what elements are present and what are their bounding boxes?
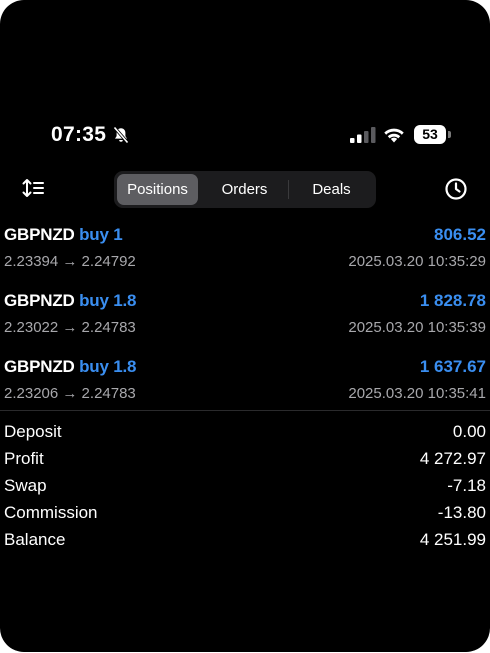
position-row[interactable]: GBPNZD buy 1 806.52 2.23394 → 2.24792 20… <box>4 225 486 285</box>
tab-orders[interactable]: Orders <box>202 174 287 205</box>
summary-label: Swap <box>4 476 47 495</box>
sort-icon[interactable] <box>22 178 44 198</box>
tab-positions[interactable]: Positions <box>117 174 198 205</box>
position-time: 2025.03.20 10:35:41 <box>348 385 486 402</box>
position-profit: 1 828.78 <box>419 291 486 310</box>
summary-row-commission: Commission -13.80 <box>4 503 486 529</box>
position-prices: 2.23394 → 2.24792 <box>4 253 136 270</box>
position-row[interactable]: GBPNZD buy 1.8 1 637.67 2.23206 → 2.2478… <box>4 357 486 417</box>
position-time: 2025.03.20 10:35:39 <box>348 319 486 336</box>
summary-value: 0.00 <box>452 422 486 441</box>
battery-indicator: 53 <box>414 125 451 144</box>
summary-value: -7.18 <box>447 476 486 495</box>
summary-divider <box>0 410 490 411</box>
summary-value: -13.80 <box>437 503 486 522</box>
summary-row-deposit: Deposit 0.00 <box>4 422 486 448</box>
summary-row-balance: Balance 4 251.99 <box>4 530 486 556</box>
position-profit: 1 637.67 <box>419 357 486 376</box>
summary-label: Profit <box>4 449 44 468</box>
battery-tip <box>448 131 451 138</box>
phone-screen: 07:35 53 Positions Orders Deals GBPNZD b… <box>0 0 490 652</box>
battery-level: 53 <box>414 125 446 144</box>
tab-divider <box>288 180 289 199</box>
position-title: GBPNZD buy 1 <box>4 225 123 245</box>
position-title: GBPNZD buy 1.8 <box>4 357 136 377</box>
status-time: 07:35 <box>51 123 107 146</box>
position-title: GBPNZD buy 1.8 <box>4 291 136 311</box>
position-side: buy 1 <box>79 225 123 244</box>
position-prices: 2.23206 → 2.24783 <box>4 385 136 402</box>
summary-row-profit: Profit 4 272.97 <box>4 449 486 475</box>
position-symbol: GBPNZD <box>4 225 75 244</box>
cellular-signal-icon <box>350 127 376 143</box>
summary-value: 4 272.97 <box>419 449 486 468</box>
summary-label: Balance <box>4 530 66 549</box>
history-clock-icon[interactable] <box>444 177 468 201</box>
position-profit: 806.52 <box>434 225 486 244</box>
position-symbol: GBPNZD <box>4 357 75 376</box>
summary-value: 4 251.99 <box>419 530 486 549</box>
position-side: buy 1.8 <box>79 357 137 376</box>
position-symbol: GBPNZD <box>4 291 75 310</box>
tab-deals[interactable]: Deals <box>290 174 373 205</box>
tab-segmented-control: Positions Orders Deals <box>114 171 376 208</box>
position-time: 2025.03.20 10:35:29 <box>348 253 486 270</box>
wifi-icon <box>384 128 404 143</box>
summary-label: Commission <box>4 503 98 522</box>
position-row[interactable]: GBPNZD buy 1.8 1 828.78 2.23022 → 2.2478… <box>4 291 486 351</box>
summary-row-swap: Swap -7.18 <box>4 476 486 502</box>
bell-muted-icon <box>113 126 129 144</box>
summary-label: Deposit <box>4 422 62 441</box>
position-side: buy 1.8 <box>79 291 137 310</box>
position-prices: 2.23022 → 2.24783 <box>4 319 136 336</box>
